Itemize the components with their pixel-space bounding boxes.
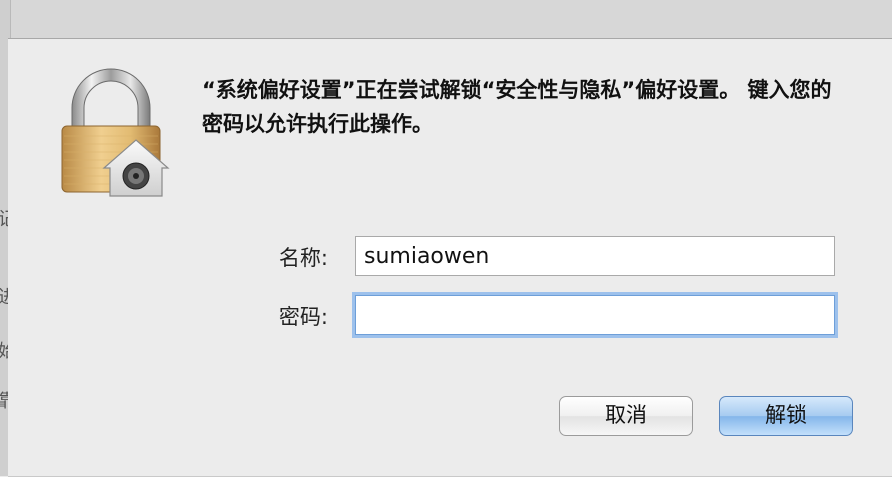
padlock-icon — [61, 68, 170, 197]
cancel-button[interactable]: 取消 — [559, 396, 693, 436]
name-field[interactable] — [355, 236, 835, 276]
dialog-message: “系统偏好设置”正在尝试解锁“安全性与隐私”偏好设置。 键入您的密码以允许执行此… — [202, 78, 832, 136]
password-field[interactable] — [355, 295, 835, 335]
name-label: 名称: — [278, 246, 328, 270]
password-label: 密码: — [278, 305, 328, 329]
unlock-button[interactable]: 解锁 — [719, 396, 853, 436]
